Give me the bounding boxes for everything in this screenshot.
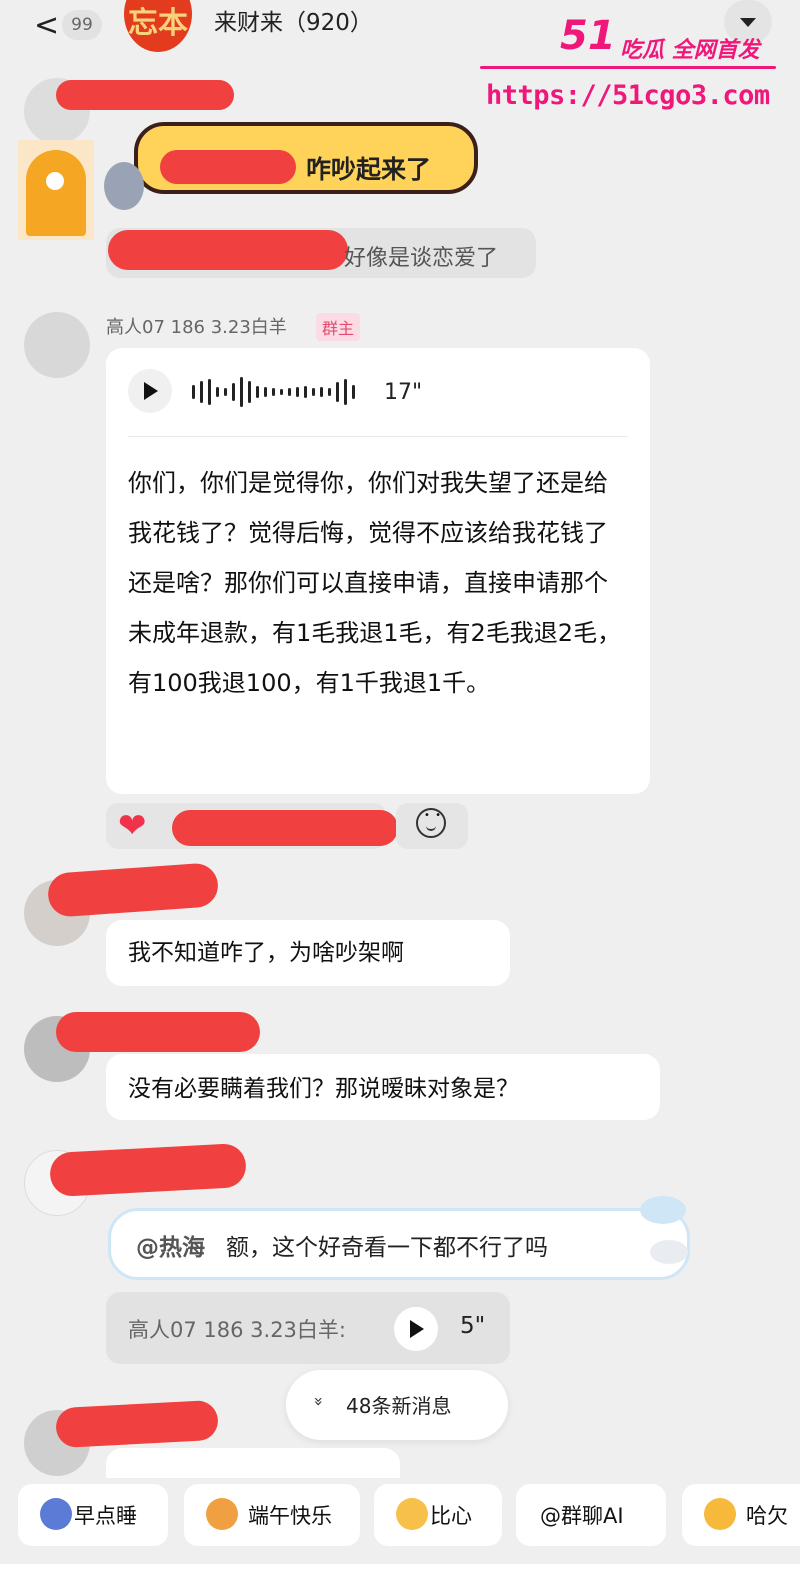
waveform-bar (192, 385, 195, 399)
reply-voice-duration: 5" (460, 1313, 486, 1339)
chevron-down-icon: » (309, 1396, 329, 1407)
new-messages-label: 48条新消息 (346, 1394, 452, 1418)
quote-text: 额，这个好奇看一下都不行了吗 (226, 1235, 548, 1261)
waveform-bar (232, 383, 235, 401)
reply-reference-sender: 高人07 186 3.23白羊: (128, 1318, 346, 1342)
input-bar-edge (0, 1564, 800, 1583)
waveform-bar (336, 382, 339, 402)
moon-sleep-icon (40, 1498, 72, 1530)
message-bubble[interactable] (106, 1448, 400, 1478)
heart-icon[interactable]: ❤ (118, 806, 147, 846)
waveform-bar (224, 388, 227, 396)
waveform-bar (272, 388, 275, 396)
watermark-number: 51 (560, 13, 616, 59)
group-title[interactable]: 来财来（920） (214, 6, 373, 40)
mouse-chef-icon (104, 162, 144, 210)
waveform-bar (312, 388, 315, 396)
play-icon[interactable] (128, 369, 172, 413)
mention-text[interactable]: @热海 (136, 1228, 205, 1262)
quick-chip-sleep[interactable]: 早点睡 (18, 1484, 168, 1546)
fish-icon (640, 1196, 686, 1224)
redacted-mention (160, 150, 296, 184)
smile-icon[interactable] (416, 808, 446, 838)
play-icon[interactable] (394, 1307, 438, 1351)
waveform-bar (304, 386, 307, 398)
watermark-url: https://51cgo3.com (486, 80, 770, 111)
chip-label: 早点睡 (74, 1504, 137, 1528)
quick-chip-heart[interactable]: 比心 (374, 1484, 502, 1546)
message-text: 没有必要瞒着我们？那说暧昧对象是？ (128, 1076, 519, 1102)
chip-label: 哈欠 (746, 1504, 788, 1528)
redacted-name (56, 80, 234, 110)
redacted-name (55, 1399, 219, 1449)
chip-label: @群聊AI (540, 1504, 624, 1528)
waveform-bar (200, 381, 203, 403)
sender-name: 高人07 186 3.23白羊 (106, 317, 287, 338)
banner-text: 咋吵起来了 (306, 155, 432, 184)
watermark-underline (480, 66, 776, 69)
quick-chip-dragon-boat[interactable]: 端午快乐 (184, 1484, 360, 1546)
redacted-reactors (172, 810, 398, 846)
owner-avatar[interactable] (24, 312, 90, 378)
waveform-bar (296, 387, 299, 397)
waveform-bar (216, 387, 219, 397)
heart-hands-icon (396, 1498, 428, 1530)
waveform-bar (208, 379, 211, 405)
waveform-bar (264, 387, 267, 397)
yawn-icon (704, 1498, 736, 1530)
redacted-name (48, 1142, 248, 1198)
waveform-bar (256, 386, 259, 398)
waveform-bar (288, 388, 291, 396)
back-icon[interactable]: < (34, 8, 59, 44)
waveform-bar (280, 389, 283, 395)
waveform-bar (352, 385, 355, 399)
waveform-bar (328, 388, 331, 396)
reply-snippet-text: 好像是谈恋爱了 (344, 246, 499, 271)
chip-label: 比心 (430, 1504, 472, 1528)
waveform-bar (248, 381, 251, 403)
redacted-name (46, 862, 220, 918)
message-text: 我不知道咋了，为啥吵架啊 (128, 940, 404, 966)
waveform-bar (344, 379, 347, 405)
quick-chip-yawn[interactable]: 哈欠 (682, 1484, 800, 1546)
voice-transcript: 你们，你们是觉得你，你们对我失望了还是给我花钱了？觉得后悔，觉得不应该给我花钱了… (128, 469, 622, 697)
redacted-quote (108, 230, 348, 270)
waveform (192, 376, 362, 408)
chip-label: 端午快乐 (248, 1504, 332, 1528)
dragon-icon (206, 1498, 238, 1530)
door-knob-icon (40, 166, 70, 196)
seal-icon (650, 1240, 688, 1264)
owner-role-badge: 群主 (316, 313, 361, 341)
group-avatar-text: 忘本 (128, 6, 188, 41)
voice-duration: 17" (384, 380, 423, 405)
unread-count-badge[interactable]: 99 (62, 10, 102, 40)
waveform-bar (320, 387, 323, 397)
redacted-name (56, 1012, 260, 1052)
watermark-brand: 吃瓜 全网首发 (620, 38, 760, 63)
quick-chip-group-ai[interactable]: @群聊AI (516, 1484, 666, 1546)
group-avatar[interactable]: 忘本 (124, 0, 192, 52)
voice-divider (128, 436, 628, 437)
waveform-bar (240, 377, 243, 407)
